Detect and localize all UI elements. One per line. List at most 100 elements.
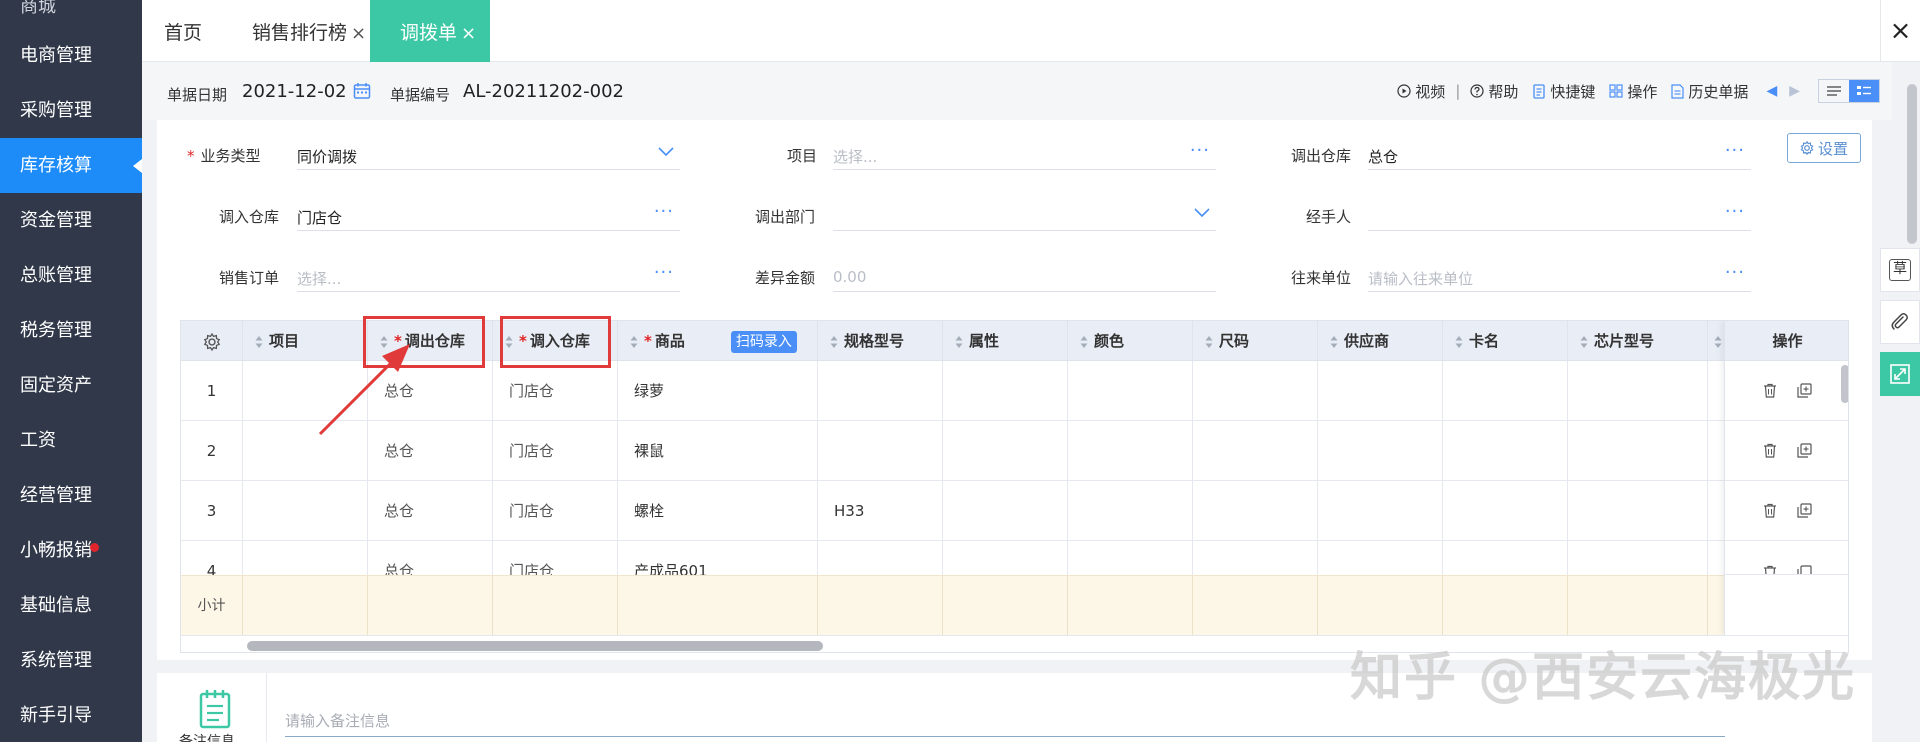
more-icon[interactable]: ··· bbox=[1725, 262, 1745, 283]
copy-icon[interactable] bbox=[1797, 503, 1812, 518]
column-settings-cell[interactable] bbox=[181, 321, 243, 361]
out-department-select[interactable] bbox=[833, 201, 1216, 231]
tab-close-icon[interactable]: × bbox=[351, 23, 366, 44]
doc-date-value[interactable]: 2021-12-02 bbox=[242, 81, 347, 102]
grid-vertical-scroll-thumb[interactable] bbox=[1841, 365, 1848, 403]
chevron-down-icon[interactable] bbox=[658, 147, 674, 157]
column-header-supplier[interactable]: 供应商 bbox=[1318, 321, 1443, 361]
more-icon[interactable]: ··· bbox=[654, 201, 674, 222]
grid-horizontal-scroll-thumb[interactable] bbox=[247, 641, 823, 651]
cell-supplier[interactable] bbox=[1318, 361, 1443, 421]
diff-amount-field[interactable]: 0.00 bbox=[833, 262, 1216, 292]
more-icon[interactable]: ··· bbox=[1725, 140, 1745, 161]
more-icon[interactable]: ··· bbox=[1725, 201, 1745, 222]
tab-home[interactable]: 首页 bbox=[164, 0, 202, 62]
biz-type-select[interactable]: 同价调拨 bbox=[297, 140, 680, 170]
cell-out-warehouse[interactable]: 总仓 bbox=[368, 481, 493, 541]
sidebar-item-purchase[interactable]: 采购管理 bbox=[0, 83, 142, 138]
cell-color[interactable] bbox=[1068, 421, 1193, 481]
attachment-button[interactable] bbox=[1880, 300, 1920, 344]
sidebar-item-expense[interactable]: 小畅报销 bbox=[0, 523, 142, 578]
cell-attribute[interactable] bbox=[943, 361, 1068, 421]
sort-icon[interactable] bbox=[830, 335, 838, 349]
partner-field[interactable]: 请输入往来单位 ··· bbox=[1368, 262, 1751, 292]
expand-button[interactable] bbox=[1880, 352, 1920, 396]
next-arrow-icon[interactable]: ▶ bbox=[1789, 83, 1800, 99]
sidebar-item-system[interactable]: 系统管理 bbox=[0, 633, 142, 688]
table-row[interactable]: 2 总仓 门店仓 裸鼠 bbox=[181, 421, 1848, 481]
handler-field[interactable]: ··· bbox=[1368, 201, 1751, 231]
cell-in-warehouse[interactable]: 门店仓 bbox=[493, 421, 618, 481]
trash-icon[interactable] bbox=[1763, 443, 1777, 458]
copy-icon[interactable] bbox=[1797, 383, 1812, 398]
tab-close-icon[interactable]: × bbox=[461, 23, 476, 44]
cell-card[interactable] bbox=[1443, 421, 1568, 481]
settings-button[interactable]: 设置 bbox=[1787, 133, 1861, 163]
cell-chip[interactable] bbox=[1568, 481, 1708, 541]
list-view-icon[interactable] bbox=[1819, 80, 1849, 102]
cell-supplier[interactable] bbox=[1318, 481, 1443, 541]
column-header-color[interactable]: 颜色 bbox=[1068, 321, 1193, 361]
video-button[interactable]: 视频 bbox=[1397, 81, 1445, 102]
out-warehouse-field[interactable]: 总仓 ··· bbox=[1368, 140, 1751, 170]
trash-icon[interactable] bbox=[1763, 503, 1777, 518]
sort-icon[interactable] bbox=[1580, 335, 1588, 349]
sort-icon[interactable] bbox=[955, 335, 963, 349]
detail-view-icon[interactable] bbox=[1849, 80, 1879, 102]
column-header-attribute[interactable]: 属性 bbox=[943, 321, 1068, 361]
table-row[interactable]: 3 总仓 门店仓 螺栓 H33 bbox=[181, 481, 1848, 541]
cell-card[interactable] bbox=[1443, 361, 1568, 421]
sidebar-item-guide[interactable]: 新手引导 bbox=[0, 688, 142, 742]
shortcut-button[interactable]: 快捷键 bbox=[1532, 81, 1595, 102]
sidebar-item-ecommerce[interactable]: 电商管理 bbox=[0, 28, 142, 83]
copy-icon[interactable] bbox=[1797, 443, 1812, 458]
chevron-down-icon[interactable] bbox=[1194, 208, 1210, 218]
page-vertical-scrollbar[interactable] bbox=[1907, 84, 1917, 244]
sort-icon[interactable] bbox=[1205, 335, 1213, 349]
cell-chip[interactable] bbox=[1568, 361, 1708, 421]
sort-icon[interactable] bbox=[255, 335, 263, 349]
more-icon[interactable]: ··· bbox=[654, 262, 674, 283]
sort-icon[interactable] bbox=[1455, 335, 1463, 349]
sort-icon[interactable] bbox=[1330, 335, 1338, 349]
cell-size[interactable] bbox=[1193, 361, 1318, 421]
sidebar-item-inventory[interactable]: 库存核算 bbox=[0, 138, 142, 193]
tab-transfer-order[interactable]: 调拨单 × bbox=[370, 0, 491, 62]
cell-spec[interactable] bbox=[818, 421, 943, 481]
table-row[interactable]: 1 总仓 门店仓 绿萝 bbox=[181, 361, 1848, 421]
cell-color[interactable] bbox=[1068, 361, 1193, 421]
cell-in-warehouse[interactable]: 门店仓 bbox=[493, 481, 618, 541]
cell-spec[interactable] bbox=[818, 361, 943, 421]
cell-chip[interactable] bbox=[1568, 421, 1708, 481]
column-header-product[interactable]: * 商品 扫码录入 bbox=[618, 321, 818, 361]
sidebar-item-ledger[interactable]: 总账管理 bbox=[0, 248, 142, 303]
tab-sales-ranking[interactable]: 销售排行榜 × bbox=[252, 0, 366, 62]
trash-icon[interactable] bbox=[1763, 565, 1777, 575]
in-warehouse-field[interactable]: 门店仓 ··· bbox=[297, 201, 680, 231]
cell-product[interactable]: 裸鼠 bbox=[618, 421, 818, 481]
history-button[interactable]: 历史单据 bbox=[1671, 81, 1748, 102]
cell-product[interactable]: 螺栓 bbox=[618, 481, 818, 541]
copy-icon[interactable] bbox=[1797, 565, 1812, 575]
sidebar-item-salary[interactable]: 工资 bbox=[0, 413, 142, 468]
column-header-card[interactable]: 卡名 bbox=[1443, 321, 1568, 361]
sidebar-item-basic-info[interactable]: 基础信息 bbox=[0, 578, 142, 633]
cell-product[interactable]: 绿萝 bbox=[618, 361, 818, 421]
sidebar-item-tax[interactable]: 税务管理 bbox=[0, 303, 142, 358]
cell-color[interactable] bbox=[1068, 481, 1193, 541]
sort-icon[interactable] bbox=[1080, 335, 1088, 349]
sort-icon[interactable] bbox=[630, 335, 638, 349]
cell-spec[interactable]: H33 bbox=[818, 481, 943, 541]
cell-size[interactable] bbox=[1193, 421, 1318, 481]
operate-button[interactable]: 操作 bbox=[1609, 81, 1657, 102]
column-header-chip[interactable]: 芯片型号 bbox=[1568, 321, 1708, 361]
sort-icon[interactable] bbox=[1714, 335, 1722, 349]
prev-arrow-icon[interactable]: ◀ bbox=[1766, 83, 1777, 99]
project-field[interactable]: 选择... ··· bbox=[833, 140, 1216, 170]
cell-attribute[interactable] bbox=[943, 421, 1068, 481]
more-icon[interactable]: ··· bbox=[1190, 140, 1210, 161]
cell-project[interactable] bbox=[243, 481, 368, 541]
sidebar-item-funds[interactable]: 资金管理 bbox=[0, 193, 142, 248]
cell-supplier[interactable] bbox=[1318, 421, 1443, 481]
help-button[interactable]: 帮助 bbox=[1470, 81, 1518, 102]
